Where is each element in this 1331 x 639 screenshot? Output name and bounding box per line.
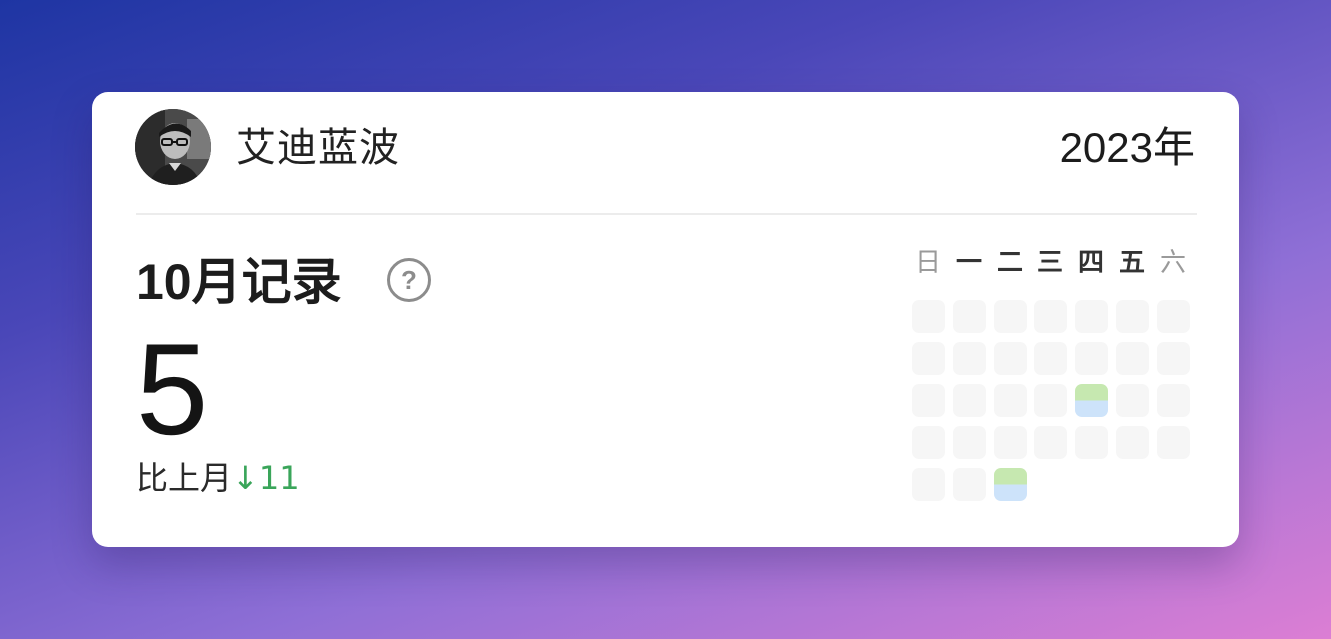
weekday-label: 四 <box>1077 248 1104 278</box>
calendar-day[interactable] <box>953 384 986 417</box>
calendar-day[interactable] <box>994 300 1027 333</box>
compare-line: 比上月↓11 <box>136 458 300 498</box>
calendar-day[interactable] <box>1116 384 1149 417</box>
divider <box>136 213 1197 215</box>
month-title: 10月记录 <box>136 254 342 310</box>
calendar-day[interactable] <box>912 468 945 501</box>
weekday-label: 五 <box>1118 248 1145 278</box>
calendar-day[interactable] <box>994 384 1027 417</box>
calendar-day[interactable] <box>1034 300 1067 333</box>
weekday-label: 一 <box>955 248 982 278</box>
calendar-day[interactable] <box>994 342 1027 375</box>
calendar-day[interactable] <box>912 342 945 375</box>
calendar-day[interactable] <box>1157 426 1190 459</box>
stats-card: 艾迪蓝波 2023年 10月记录 ? 5 比上月↓11 日一二三四五六 <box>92 92 1239 547</box>
compare-label: 比上月 <box>136 459 233 497</box>
user-name: 艾迪蓝波 <box>236 125 400 171</box>
calendar-day[interactable] <box>912 426 945 459</box>
weekday-label: 六 <box>1159 248 1186 278</box>
calendar-day[interactable] <box>1116 342 1149 375</box>
weekday-header: 日一二三四五六 <box>912 246 1192 280</box>
calendar-day[interactable] <box>1034 426 1067 459</box>
calendar-day[interactable] <box>1157 342 1190 375</box>
record-count: 5 <box>136 316 209 462</box>
calendar-day[interactable] <box>953 342 986 375</box>
calendar-day-active[interactable] <box>994 468 1027 501</box>
avatar[interactable] <box>135 109 211 185</box>
calendar-day-active[interactable] <box>1075 384 1108 417</box>
calendar-day[interactable] <box>1075 300 1108 333</box>
calendar-day[interactable] <box>912 300 945 333</box>
calendar-day[interactable] <box>1116 300 1149 333</box>
weekday-label: 日 <box>914 248 941 278</box>
calendar-day[interactable] <box>953 468 986 501</box>
weekday-label: 二 <box>996 248 1023 278</box>
calendar-day[interactable] <box>994 426 1027 459</box>
calendar-day[interactable] <box>1075 342 1108 375</box>
question-circle-icon[interactable]: ? <box>387 258 431 302</box>
calendar-day[interactable] <box>1034 384 1067 417</box>
year-label[interactable]: 2023年 <box>1060 124 1195 172</box>
calendar-day[interactable] <box>1116 426 1149 459</box>
calendar-day[interactable] <box>953 426 986 459</box>
calendar-day[interactable] <box>1157 384 1190 417</box>
calendar-day[interactable] <box>1034 342 1067 375</box>
weekday-label: 三 <box>1036 248 1063 278</box>
calendar-day[interactable] <box>953 300 986 333</box>
calendar-day[interactable] <box>1157 300 1190 333</box>
calendar-day[interactable] <box>1075 426 1108 459</box>
compare-delta: ↓11 <box>232 459 300 497</box>
user-avatar-icon <box>135 109 211 185</box>
calendar-grid <box>912 300 1192 510</box>
calendar-day[interactable] <box>912 384 945 417</box>
